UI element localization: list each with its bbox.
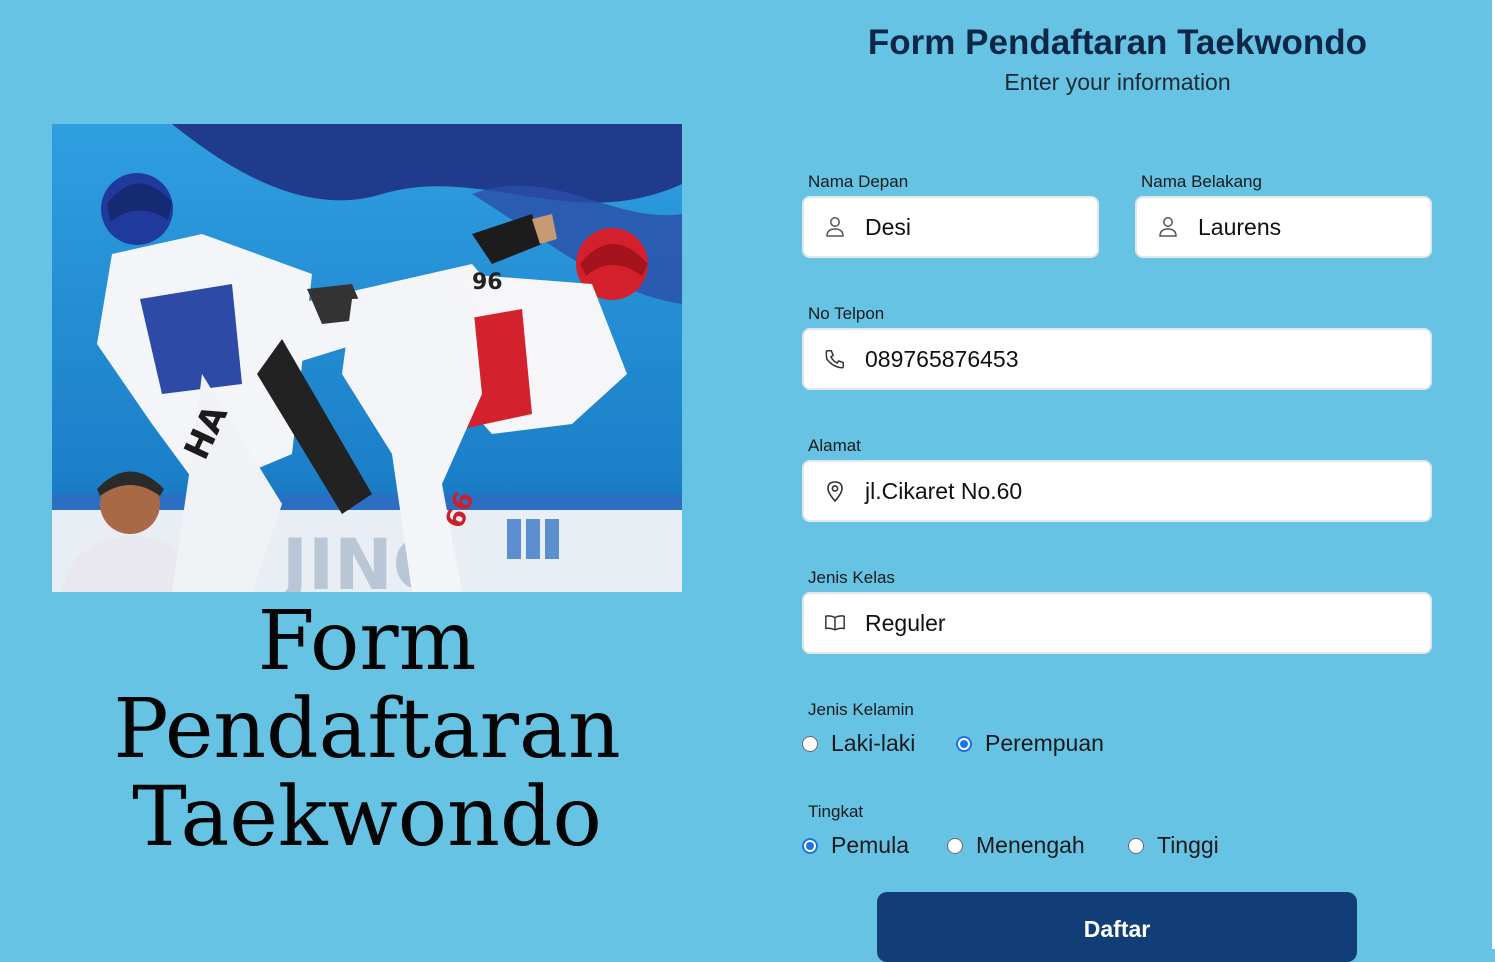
user-icon [1157, 216, 1179, 238]
gender-male-radio[interactable] [802, 735, 818, 752]
first-name-value: Desi [865, 213, 912, 240]
last-name-value: Laurens [1198, 213, 1282, 240]
phone-icon [824, 348, 846, 370]
level-beginner-radio[interactable] [802, 837, 818, 854]
gender-female-label: Perempuan [985, 730, 1104, 756]
first-name-label: Nama Depan [808, 172, 909, 191]
gender-option-male[interactable]: Laki-laki [802, 730, 915, 757]
hero-title: Form Pendaftaran Taekwondo [52, 598, 682, 862]
gender-option-female[interactable]: Perempuan [956, 730, 1104, 757]
gender-female-radio[interactable] [956, 735, 972, 752]
level-intermediate-radio[interactable] [947, 837, 963, 854]
level-label: Tingkat [808, 802, 864, 821]
level-beginner-label: Pemula [831, 832, 909, 858]
class-type-label: Jenis Kelas [808, 568, 895, 587]
svg-text:96: 96 [472, 270, 503, 295]
level-option-beginner[interactable]: Pemula [802, 832, 909, 859]
phone-field[interactable]: 089765876453 [802, 328, 1432, 390]
gender-label: Jenis Kelamin [808, 700, 914, 719]
submit-button[interactable]: Daftar [877, 892, 1357, 962]
address-field[interactable]: jl.Cikaret No.60 [802, 460, 1432, 522]
level-advanced-label: Tinggi [1157, 832, 1219, 858]
address-label: Alamat [808, 436, 861, 455]
first-name-field[interactable]: Desi [802, 196, 1099, 258]
class-type-field[interactable]: Reguler [802, 592, 1432, 654]
gender-male-label: Laki-laki [831, 730, 916, 756]
hero-title-line-1: Form [257, 594, 477, 689]
hero-title-line-3: Taekwondo [132, 770, 602, 865]
location-pin-icon [824, 480, 846, 502]
form-subtitle: Enter your information [1004, 69, 1231, 95]
class-type-value: Reguler [865, 609, 946, 636]
last-name-field[interactable]: Laurens [1135, 196, 1432, 258]
level-intermediate-label: Menengah [976, 832, 1085, 858]
phone-value: 089765876453 [865, 345, 1019, 372]
user-icon [824, 216, 846, 238]
level-option-intermediate[interactable]: Menengah [947, 832, 1085, 859]
form-header: Form Pendaftaran Taekwondo Enter your in… [803, 22, 1432, 97]
taekwondo-photo: JING HA 96 66 [52, 124, 682, 592]
level-option-advanced[interactable]: Tinggi [1128, 832, 1219, 859]
book-icon [824, 612, 846, 634]
hero-title-line-2: Pendaftaran [113, 682, 621, 777]
last-name-label: Nama Belakang [1141, 172, 1262, 191]
phone-label: No Telpon [808, 304, 885, 323]
level-advanced-radio[interactable] [1128, 837, 1144, 854]
form-title: Form Pendaftaran Taekwondo [867, 23, 1368, 62]
address-value: jl.Cikaret No.60 [865, 477, 1023, 504]
